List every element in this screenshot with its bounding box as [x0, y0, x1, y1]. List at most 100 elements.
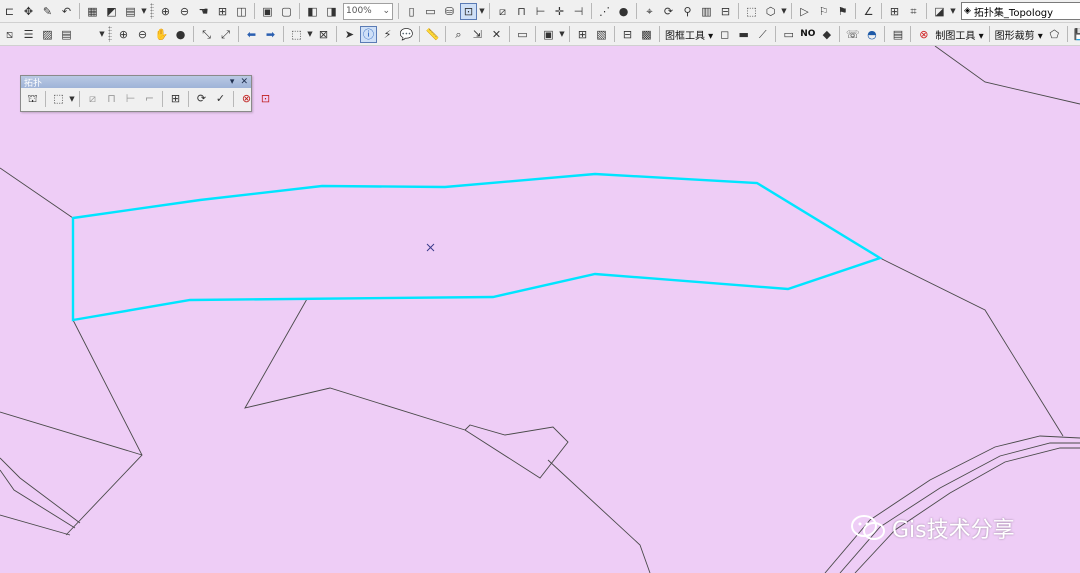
map-topology-icon[interactable]: ⛫ — [24, 90, 41, 107]
globe-icon[interactable]: ● — [172, 26, 189, 43]
pan-center-icon[interactable]: ✥ — [20, 3, 37, 20]
topology-tool-icon[interactable]: ⬚ — [743, 3, 760, 20]
draft-mode-icon[interactable]: ▭ — [422, 3, 439, 20]
split-edge-icon[interactable]: ⊢ — [532, 3, 549, 20]
zoom-in-icon[interactable]: ⊕ — [115, 26, 132, 43]
undo-icon[interactable]: ↶ — [58, 3, 75, 20]
pan-hand-icon[interactable]: ✋ — [153, 26, 170, 43]
properties-icon[interactable]: ▤ — [58, 26, 75, 43]
measure-icon[interactable]: ∠ — [860, 3, 877, 20]
time-slider-icon[interactable]: ▭ — [514, 26, 531, 43]
generalize-icon[interactable]: ⌐ — [141, 90, 158, 107]
fixed-zoom-out-icon[interactable]: ⤢ — [217, 26, 234, 43]
frame-image-icon[interactable]: ▩ — [638, 26, 655, 43]
zoom-level-select[interactable]: 100% ⌄ — [343, 2, 393, 20]
image-layout-icon[interactable]: ▧ — [593, 26, 610, 43]
dropdown-arrow-icon[interactable]: ▼ — [949, 7, 957, 15]
grid-layout-icon[interactable]: ⊞ — [574, 26, 591, 43]
phone-icon[interactable]: ☏ — [844, 26, 861, 43]
identify-icon[interactable]: ⓘ — [360, 25, 377, 43]
page-full-icon[interactable]: ◨ — [323, 3, 340, 20]
shared-features-icon[interactable]: ⌗ — [905, 3, 922, 20]
graph-icon[interactable]: ◩ — [103, 3, 120, 20]
select-topology-icon[interactable]: ⊞ — [886, 3, 903, 20]
previous-extent-icon[interactable]: ◫ — [233, 3, 250, 20]
dropdown-arrow-icon[interactable]: ▼ — [306, 30, 314, 38]
editor-icon[interactable]: ⊏ — [1, 3, 18, 20]
grid-icon[interactable]: ▥ — [698, 3, 715, 20]
globe-icon[interactable]: ● — [615, 3, 632, 20]
error-inspector-icon[interactable]: ◪ — [931, 3, 948, 20]
topology-edit-tool-icon[interactable]: ⬚ — [50, 90, 67, 107]
hand-icon[interactable]: ☚ — [195, 3, 212, 20]
zoom-out-icon[interactable]: ⊖ — [134, 26, 151, 43]
find-binoculars-icon[interactable]: ⌕ — [450, 26, 467, 43]
toolbar-grip[interactable] — [150, 3, 154, 19]
wand-icon[interactable]: ⟋ — [754, 26, 771, 43]
dropdown-arrow-icon[interactable]: ▼ — [478, 7, 486, 15]
monitor-icon[interactable]: ▬ — [735, 26, 752, 43]
play-icon[interactable]: ▷ — [796, 3, 813, 20]
fixed-zoom-in-icon[interactable]: ⤡ — [198, 26, 215, 43]
arc-icon[interactable]: ◓ — [863, 26, 880, 43]
chevron-down-icon[interactable]: ▾ — [230, 77, 235, 87]
georef-icon[interactable]: ⌖ — [641, 3, 658, 20]
data-frame-icon[interactable]: ⛁ — [441, 3, 458, 20]
page-pan-icon[interactable]: ◧ — [304, 3, 321, 20]
find-route-icon[interactable]: ⇲ — [469, 26, 486, 43]
page-zoom-out-icon[interactable]: ▢ — [278, 3, 295, 20]
frame-tools-menu[interactable]: 图框工具 ▾ — [663, 27, 715, 42]
back-arrow-icon[interactable]: ⬅ — [243, 26, 260, 43]
page-zoom-in-icon[interactable]: ▣ — [259, 3, 276, 20]
topology-toolbar-titlebar[interactable]: 拓扑 ▾ ✕ — [21, 76, 251, 89]
select-elements-icon[interactable]: ➤ — [341, 26, 358, 43]
error-inspector-icon[interactable]: ⊡ — [257, 90, 274, 107]
error-tool-icon[interactable]: ⊗ — [238, 90, 255, 107]
toolbar-grip[interactable] — [108, 26, 112, 42]
topology-select[interactable]: ◈ 拓扑集_Topology ▼ — [961, 2, 1080, 20]
zoom-out-fixed-icon[interactable]: ⊖ — [176, 3, 193, 20]
validate-icon[interactable]: ⋰ — [596, 3, 613, 20]
dropdown-arrow-icon[interactable]: ▼ — [98, 30, 106, 38]
html-popup-icon[interactable]: 💬 — [398, 26, 415, 43]
go-to-xy-icon[interactable]: ✕ — [488, 26, 505, 43]
select-features-icon[interactable]: ⬚ — [288, 26, 305, 43]
topology-toolbar[interactable]: 拓扑 ▾ ✕ ⛫ ⬚ ▼ ⧄ ⊓ ⊢ ⌐ ⊞ ⟳ ✓ ⊗ ⊡ — [20, 75, 270, 112]
frame-icon[interactable]: ▨ — [39, 26, 56, 43]
zoom-in-fixed-icon[interactable]: ⊕ — [157, 3, 174, 20]
construct-features-icon[interactable]: ⊞ — [167, 90, 184, 107]
tile-icon[interactable]: ⊟ — [717, 3, 734, 20]
clear-selection-icon[interactable]: ⊠ — [315, 26, 332, 43]
no-button[interactable]: NO — [798, 29, 817, 39]
align-edge-icon[interactable]: ⊢ — [122, 90, 139, 107]
fix-edge-icon[interactable]: ⊓ — [513, 3, 530, 20]
dropdown-arrow-icon[interactable]: ▼ — [140, 7, 148, 15]
frame-grid-icon[interactable]: ⊟ — [619, 26, 636, 43]
square-icon[interactable]: ◻ — [716, 26, 733, 43]
hyperlink-icon[interactable]: ⚡ — [379, 26, 396, 43]
map-canvas[interactable] — [0, 46, 1080, 573]
topology-edit-icon[interactable]: ⧄ — [494, 3, 511, 20]
table-icon[interactable]: ▦ — [84, 3, 101, 20]
validate-topology-icon[interactable]: ⟳ — [193, 90, 210, 107]
ladder-icon[interactable]: ☰ — [20, 26, 37, 43]
topology-rule-icon[interactable]: ⧅ — [1, 26, 18, 43]
polygon-outline-icon[interactable]: ⬠ — [1046, 26, 1063, 43]
rotate-icon[interactable]: ⟳ — [660, 3, 677, 20]
flag-run-icon[interactable]: ⚑ — [834, 3, 851, 20]
cancel-icon[interactable]: ⊗ — [915, 26, 932, 43]
reshape-edge-icon[interactable]: ⧄ — [84, 90, 101, 107]
layout-page-icon[interactable]: ▯ — [403, 3, 420, 20]
flag-icon[interactable]: ⚐ — [815, 3, 832, 20]
clip-menu[interactable]: 图形裁剪 ▾ — [993, 27, 1045, 42]
pointer-icon[interactable]: ◆ — [818, 26, 835, 43]
close-icon[interactable]: ✕ — [240, 77, 248, 87]
measure-ruler-icon[interactable]: 📏 — [424, 26, 441, 43]
layout-view-icon[interactable]: ⊡ — [460, 2, 477, 20]
move-node-icon[interactable]: ✛ — [551, 3, 568, 20]
dropdown-arrow-icon[interactable]: ▼ — [780, 7, 788, 15]
extend-icon[interactable]: ⊣ — [570, 3, 587, 20]
viewer-window-icon[interactable]: ▣ — [540, 26, 557, 43]
fix-topology-icon[interactable]: ✓ — [212, 90, 229, 107]
rectangle-icon[interactable]: ▭ — [780, 26, 797, 43]
